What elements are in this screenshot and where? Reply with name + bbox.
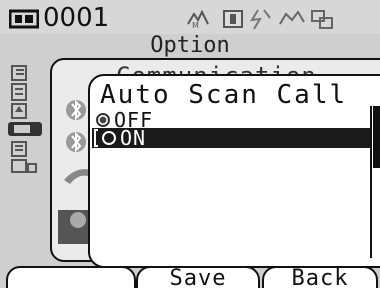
status-icons: M	[187, 9, 333, 30]
pc-link-icon	[311, 10, 333, 29]
softkey-left[interactable]	[6, 266, 136, 288]
radio-unselected-icon	[102, 131, 116, 145]
status-bar: 0001 M	[0, 0, 380, 34]
sort-icon	[11, 103, 27, 119]
option-on-label: ON	[120, 126, 147, 150]
side-menu-icons	[8, 65, 42, 173]
settings-icon	[11, 141, 27, 157]
dialog-scrollbar[interactable]	[370, 106, 380, 258]
bluetooth-icon	[66, 99, 86, 121]
save-button[interactable]: Save	[136, 266, 260, 288]
document-icon	[11, 83, 27, 101]
focus-bracket-icon	[94, 129, 98, 147]
list-icon	[11, 65, 27, 81]
option-on[interactable]: ON	[92, 128, 370, 148]
bluetooth-setup-icon	[66, 131, 86, 153]
scrollbar-thumb[interactable]	[373, 106, 380, 168]
measurement-id: 0001	[43, 3, 110, 33]
keyboard-icon	[11, 159, 37, 173]
auto-scan-call-dialog: Auto Scan Call OFF ON	[88, 74, 380, 268]
measurement-id-icon	[9, 9, 39, 29]
svg-text:M: M	[192, 21, 199, 30]
communication-menu-icon	[8, 122, 42, 136]
back-button[interactable]: Back	[262, 266, 378, 288]
connection-icon	[279, 10, 305, 25]
dialog-title: Auto Scan Call	[100, 80, 348, 110]
flash-icon	[250, 9, 271, 30]
instrument-screen: 0001 M Option Auto Scan Call OFF ON Save…	[0, 0, 380, 288]
screen-title: Option	[150, 33, 230, 58]
illuminant-icon	[223, 10, 243, 28]
radio-selected-icon	[96, 113, 110, 127]
observer-icon: M	[187, 9, 209, 30]
